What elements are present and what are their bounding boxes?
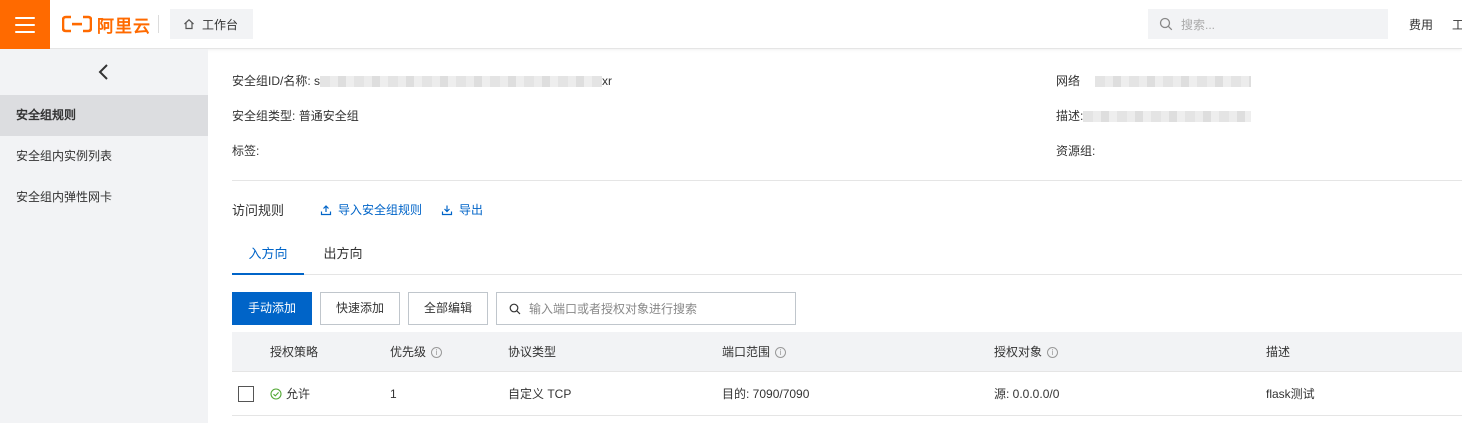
info-icon[interactable]: i	[775, 346, 787, 358]
tags-row: 标签:	[232, 142, 259, 159]
search-icon	[1159, 17, 1173, 31]
edit-all-button[interactable]: 全部编辑	[408, 292, 488, 325]
table-header: 授权策略 优先级 i 协议类型 端口范围 i 授权对象 i 描述	[232, 332, 1462, 372]
quick-add-button[interactable]: 快速添加	[320, 292, 400, 325]
cell-protocol: 自定义 TCP	[508, 387, 572, 401]
global-search-placeholder: 搜索...	[1181, 17, 1216, 32]
check-circle-icon	[270, 388, 282, 400]
resource-group-row: 资源组:	[1056, 142, 1095, 159]
home-icon	[184, 18, 194, 30]
chevron-left-icon	[98, 64, 108, 80]
tags-label: 标签:	[232, 144, 260, 158]
menu-icon[interactable]	[0, 0, 50, 49]
network-row: 网络	[1056, 72, 1252, 89]
column-header-priority: 优先级 i	[390, 332, 443, 372]
cell-policy: 允许	[270, 372, 310, 416]
direction-tabs: 入方向 出方向	[232, 236, 1462, 275]
table-row: 允许 1 自定义 TCP 目的: 7090/7090 源: 0.0.0.0/0 …	[232, 372, 1462, 416]
back-button[interactable]	[0, 49, 208, 95]
export-label: 导出	[459, 203, 484, 217]
sidebar: 安全组规则 安全组内实例列表 安全组内弹性网卡	[0, 49, 208, 423]
tab-inbound[interactable]: 入方向	[232, 236, 304, 275]
info-icon[interactable]: i	[431, 346, 443, 358]
main-content: 安全组ID/名称: s xr 网络 安全组类型: 普通安全组 描述: 标签: 资源…	[232, 49, 1462, 423]
ticket-link[interactable]: 工	[1452, 16, 1462, 33]
security-group-type-label: 安全组类型:	[232, 109, 296, 123]
rule-search-input[interactable]	[529, 301, 789, 316]
export-link[interactable]: 导出	[441, 201, 483, 218]
search-icon	[509, 303, 521, 314]
column-header-source: 授权对象 i	[994, 332, 1059, 372]
sidebar-item-security-group-rules[interactable]: 安全组规则	[0, 95, 208, 136]
billing-link[interactable]: 费用	[1409, 16, 1433, 33]
sidebar-item-instances[interactable]: 安全组内实例列表	[0, 136, 208, 177]
cell-source: 源: 0.0.0.0/0	[994, 387, 1060, 401]
info-icon[interactable]: i	[1047, 346, 1059, 358]
network-label: 网络	[1056, 74, 1081, 88]
tab-outbound[interactable]: 出方向	[310, 236, 376, 275]
cell-priority: 1	[390, 387, 397, 401]
aliyun-logo-icon	[62, 15, 92, 33]
global-search-input[interactable]: 搜索...	[1148, 9, 1388, 39]
cell-port-range: 目的: 7090/7090	[722, 387, 810, 401]
column-header-policy: 授权策略	[270, 345, 319, 359]
import-rules-link[interactable]: 导入安全组规则	[320, 201, 422, 218]
redacted-description	[1083, 111, 1252, 123]
top-bar: 阿里云 工作台 搜索... 费用 工	[0, 0, 1462, 49]
download-icon	[441, 205, 453, 215]
security-group-type-row: 安全组类型: 普通安全组	[232, 107, 359, 124]
manual-add-button[interactable]: 手动添加	[232, 292, 312, 325]
aliyun-logo[interactable]: 阿里云	[62, 13, 151, 36]
access-rules-title: 访问规则	[232, 203, 285, 218]
security-group-id-row: 安全组ID/名称: s xr	[232, 72, 612, 89]
workbench-button[interactable]: 工作台	[170, 9, 253, 39]
security-group-type-value: 普通安全组	[298, 109, 359, 123]
sidebar-item-enis[interactable]: 安全组内弹性网卡	[0, 177, 208, 218]
import-rules-label: 导入安全组规则	[338, 203, 423, 217]
redacted-network	[1095, 76, 1252, 88]
row-checkbox[interactable]	[238, 386, 254, 402]
column-header-description: 描述	[1266, 345, 1291, 359]
logo-text: 阿里云	[97, 16, 151, 36]
security-group-id-suffix: xr	[602, 74, 613, 88]
resource-group-label: 资源组:	[1056, 144, 1096, 158]
column-header-port-range: 端口范围 i	[722, 332, 787, 372]
header-divider	[158, 15, 159, 33]
cell-description: flask测试	[1266, 387, 1315, 401]
rule-search-field[interactable]	[496, 292, 796, 325]
description-label: 描述:	[1056, 109, 1084, 123]
security-group-id-label: 安全组ID/名称:	[232, 74, 311, 88]
upload-icon	[320, 204, 332, 215]
redacted-id	[320, 76, 603, 88]
section-divider	[232, 180, 1462, 181]
column-header-protocol: 协议类型	[508, 345, 557, 359]
description-row: 描述:	[1056, 107, 1252, 124]
workbench-label: 工作台	[202, 17, 239, 32]
